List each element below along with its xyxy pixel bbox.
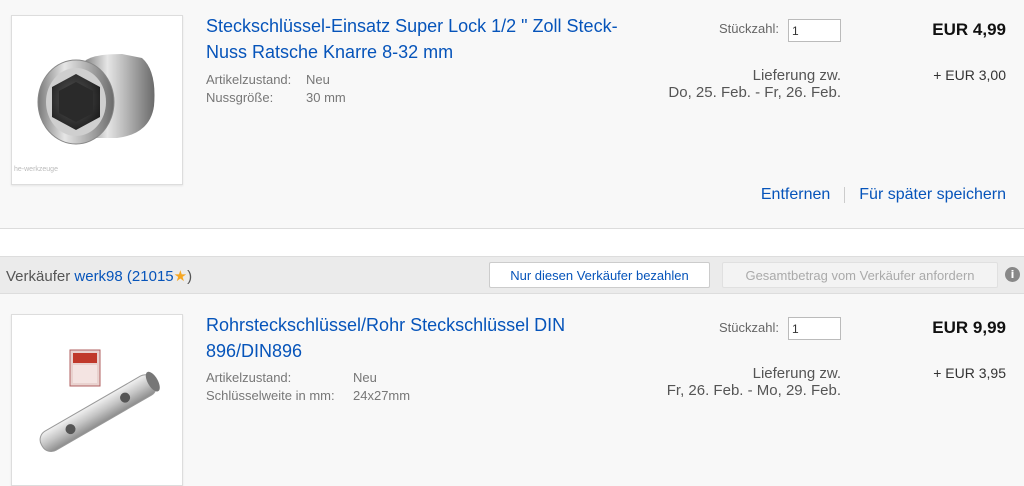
spec-key: Artikelzustand:: [206, 370, 292, 385]
spec-row-size: Schlüsselweite in mm: 24x27mm: [206, 387, 410, 405]
request-total-button[interactable]: Gesamtbetrag vom Verkäufer anfordern: [722, 262, 998, 288]
divider: [844, 187, 846, 203]
delivery-estimate: Lieferung zw. Fr, 26. Feb. - Mo, 29. Feb…: [667, 365, 841, 399]
info-icon[interactable]: i: [1005, 267, 1020, 282]
spec-value: 30 mm: [306, 90, 346, 105]
cart-item-2: Rohrsteckschlüssel/Rohr Steckschlüssel D…: [0, 296, 1024, 486]
delivery-dates: Fr, 26. Feb. - Mo, 29. Feb.: [666, 382, 841, 399]
delivery-dates: Do, 25. Feb. - Fr, 26. Feb.: [668, 84, 841, 101]
delivery-label: Lieferung zw.: [752, 365, 841, 382]
socket-image: [37, 54, 155, 145]
seller-rating: (21015: [126, 268, 174, 285]
spec-value: Neu: [353, 370, 377, 385]
delivery-estimate: Lieferung zw. Do, 25. Feb. - Fr, 26. Feb…: [668, 67, 841, 101]
pay-seller-button[interactable]: Nur diesen Verkäufer bezahlen: [489, 262, 710, 288]
item-title-link[interactable]: Steckschlüssel-Einsatz Super Lock 1/2 " …: [206, 13, 626, 65]
star-icon: ★: [173, 268, 188, 285]
spec-row-condition: Artikelzustand: Neu: [206, 369, 410, 387]
spec-row-condition: Artikelzustand: Neu: [206, 71, 346, 89]
quantity-label: Stückzahl:: [719, 320, 779, 335]
cart-item-1: he-werkzeuge Steckschlüssel-Einsatz Supe…: [0, 0, 1024, 229]
item-title-link[interactable]: Rohrsteckschlüssel/Rohr Steckschlüssel D…: [206, 312, 626, 364]
seller-bar: Verkäufer werk98 (21015★) Nur diesen Ver…: [0, 256, 1024, 294]
spec-value: 24x27mm: [353, 388, 411, 403]
section-gap: [0, 229, 1024, 256]
spec-key: Schlüsselweite in mm:: [206, 388, 335, 403]
shipping-cost: + EUR 3,95: [933, 365, 1006, 381]
quantity-input[interactable]: [788, 19, 841, 42]
product-image[interactable]: he-werkzeuge: [11, 15, 183, 185]
seller-name-link[interactable]: werk98: [74, 268, 122, 285]
seller-prefix: Verkäufer: [6, 268, 71, 285]
delivery-label: Lieferung zw.: [752, 67, 841, 84]
spec-value: Neu: [306, 72, 330, 87]
spec-key: Artikelzustand:: [206, 72, 292, 87]
image-watermark: he-werkzeuge: [14, 166, 58, 173]
tube-wrench-image: [39, 349, 160, 452]
quantity-label: Stückzahl:: [719, 21, 779, 36]
spec-key: Nussgröße:: [206, 90, 274, 105]
save-for-later-link[interactable]: Für später speichern: [859, 186, 1006, 204]
item-specs: Artikelzustand: Neu Nussgröße: 30 mm: [206, 71, 346, 107]
seller-rating-close: ): [187, 268, 193, 285]
item-actions: Entfernen Für später speichern: [761, 186, 1006, 204]
remove-link[interactable]: Entfernen: [761, 186, 830, 204]
item-price: EUR 9,99: [932, 318, 1006, 337]
quantity-input[interactable]: [788, 317, 841, 340]
spec-row-size: Nussgröße: 30 mm: [206, 89, 346, 107]
shipping-cost: + EUR 3,00: [933, 67, 1006, 83]
seller-feedback-link[interactable]: (21015★: [127, 268, 187, 285]
product-image[interactable]: [11, 314, 183, 486]
item-price: EUR 4,99: [932, 20, 1006, 39]
item-specs: Artikelzustand: Neu Schlüsselweite in mm…: [206, 369, 410, 405]
seller-info: Verkäufer werk98 (21015★): [6, 267, 192, 285]
